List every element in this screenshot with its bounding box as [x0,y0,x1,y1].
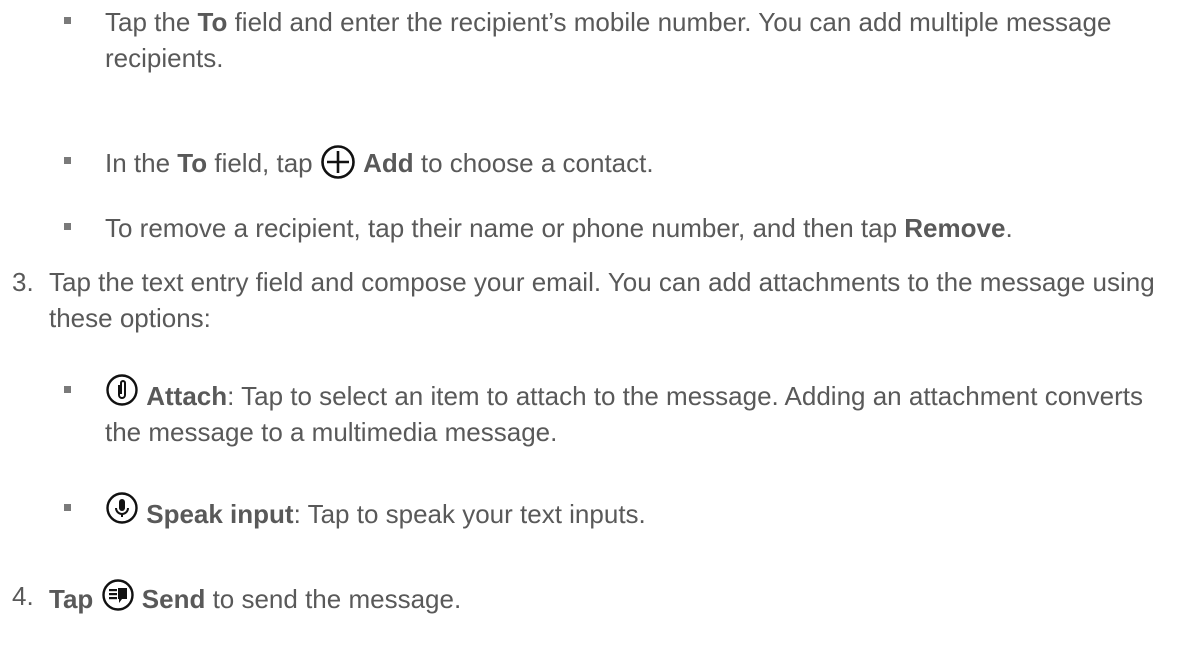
bullet-attach: Attach: Tap to select an item to attach … [64,373,1165,450]
bullet-add-contact: In the To field, tap Add to choose a con… [64,144,1165,181]
bullet-marker [64,504,71,511]
step-4: 4. Tap Send to send the message. [12,578,1165,617]
bullet-marker [64,386,71,393]
bullet-remove: To remove a recipient, tap their name or… [64,210,1165,246]
paperclip-icon [105,373,139,407]
attach-text: Attach: Tap to select an item to attach … [105,373,1165,450]
step-3-text: Tap the text entry field and compose you… [49,267,1155,333]
remove-text: To remove a recipient, tap their name or… [105,213,1013,243]
send-icon [101,578,135,612]
step-number: 3. [12,267,34,297]
to-field-text: Tap the To field and enter the recipient… [105,7,1112,73]
instruction-page: Tap the To field and enter the recipient… [0,0,1185,645]
bullet-marker [64,17,71,24]
add-contact-text: In the To field, tap Add to choose a con… [105,144,1165,181]
bullet-to-field: Tap the To field and enter the recipient… [64,4,1165,76]
step-3: 3. Tap the text entry field and compose … [12,264,1165,336]
speak-text: Speak input: Tap to speak your text inpu… [105,491,1165,532]
bullet-marker [64,157,71,164]
microphone-icon [105,491,139,525]
step-4-text: Tap Send to send the message. [49,578,1165,617]
bullet-marker [64,223,71,230]
step-number: 4. [12,581,34,611]
plus-circle-icon [320,144,356,180]
bullet-speak-input: Speak input: Tap to speak your text inpu… [64,491,1165,532]
